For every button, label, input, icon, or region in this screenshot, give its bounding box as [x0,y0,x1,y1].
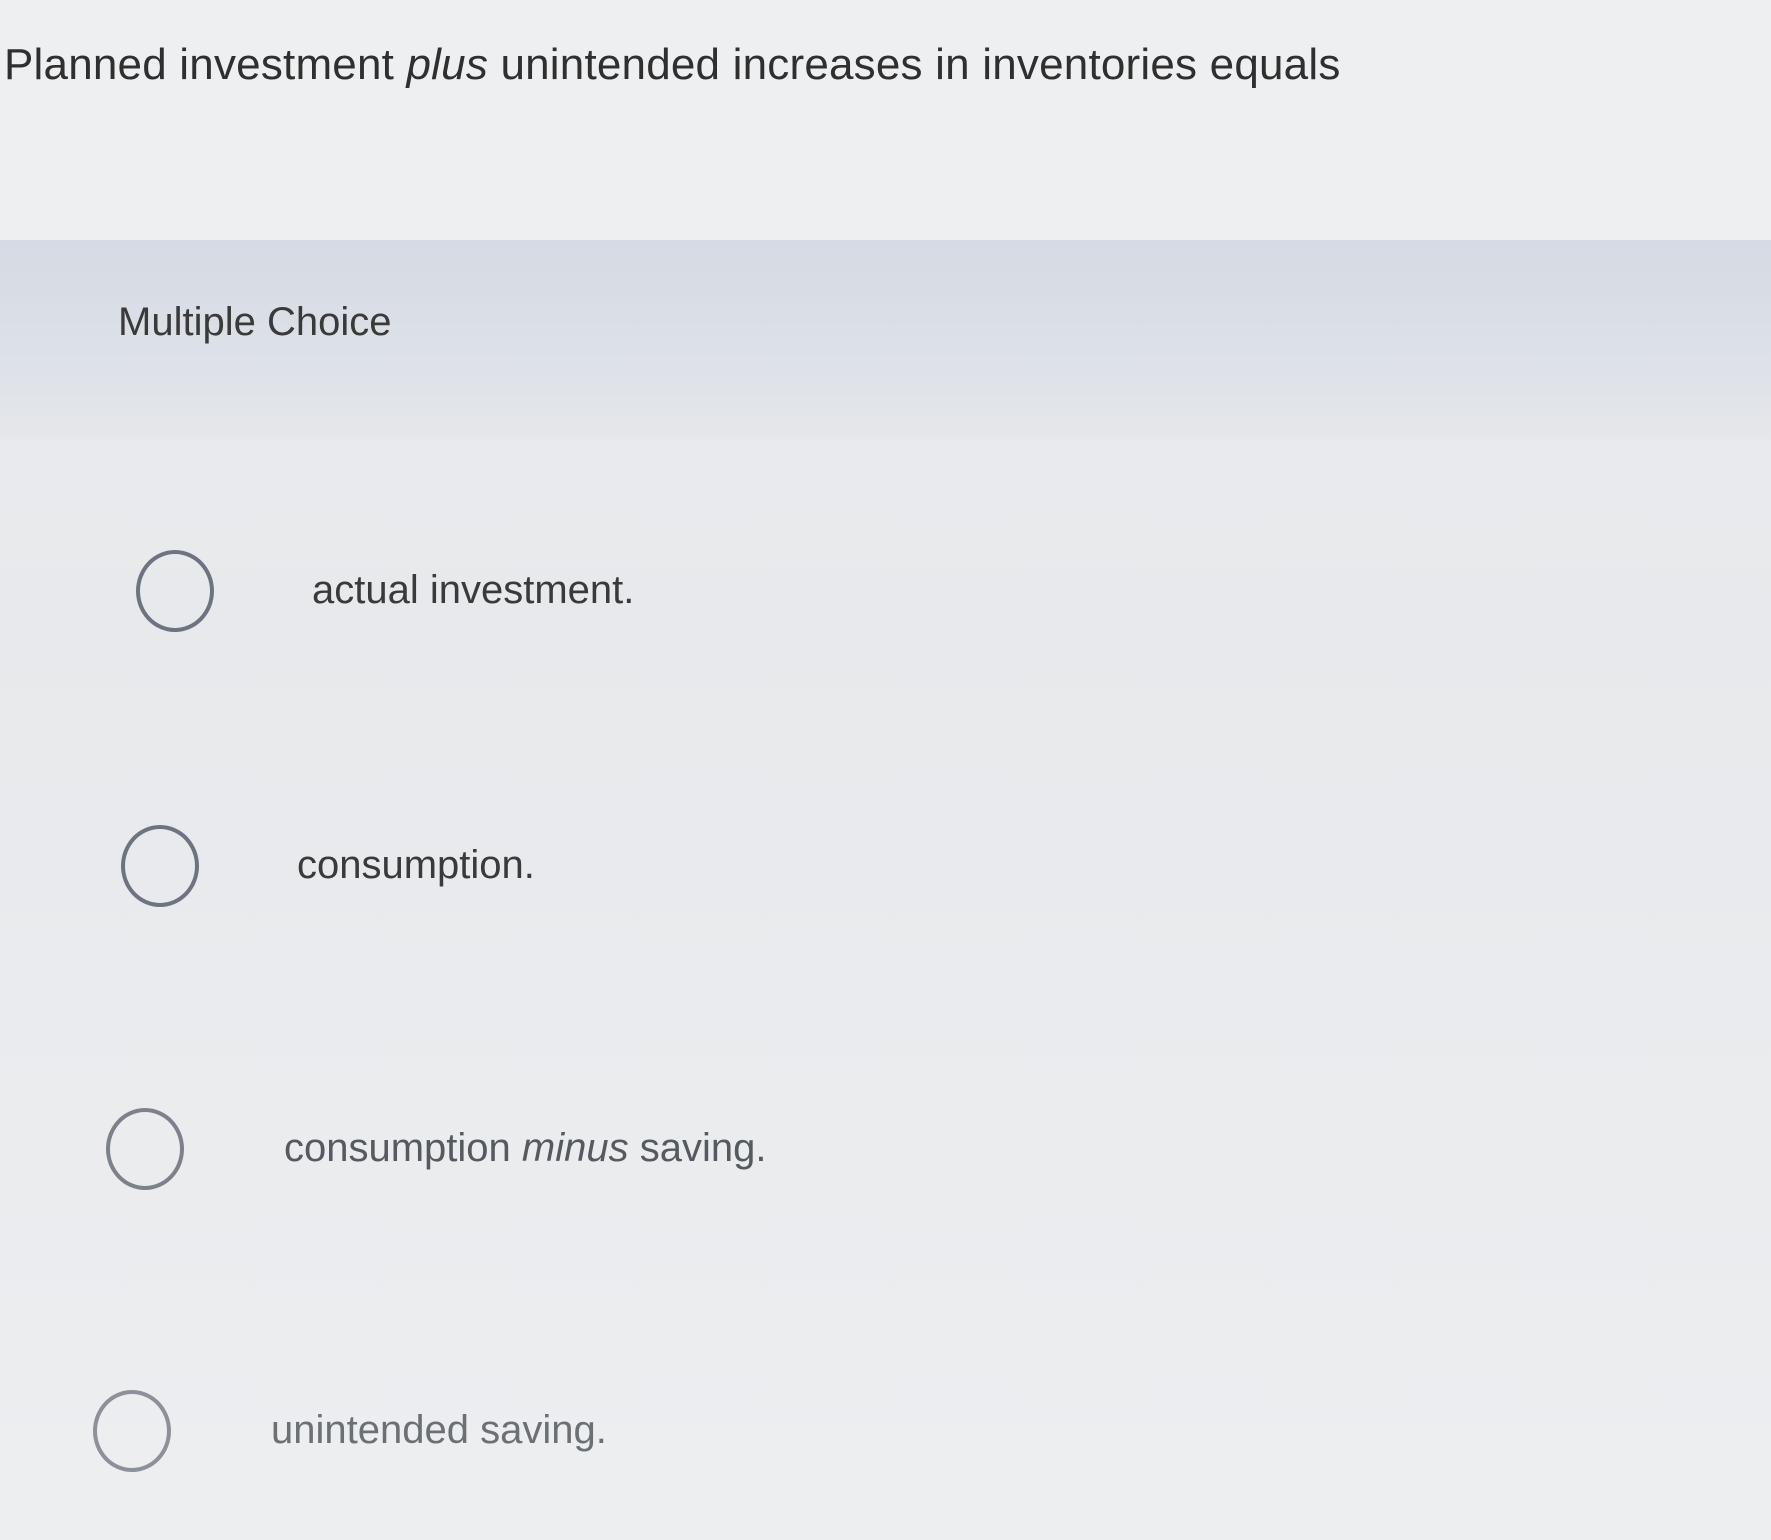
radio-button-d[interactable] [93,1390,171,1472]
question-emphasis: plus [406,40,489,89]
multiple-choice-label: Multiple Choice [118,300,392,344]
answer-option-d[interactable]: unintended saving. [93,1390,1593,1480]
answer-option-b-text: consumption. [297,843,535,887]
question-prompt: Planned investment plus unintended incre… [4,40,1341,90]
answer-option-c-emphasis: minus [521,1126,629,1170]
answer-option-c-prefix: consumption [284,1126,522,1170]
question-prefix: Planned investment [4,40,407,89]
answer-option-c[interactable]: consumption minus saving. [106,1108,1606,1198]
question-area: Planned investment plus unintended incre… [0,0,1771,255]
radio-button-b[interactable] [121,825,199,907]
quiz-page: Planned investment plus unintended incre… [0,0,1771,1540]
answer-option-a-text: actual investment. [312,568,635,612]
answer-option-a[interactable]: actual investment. [136,550,1636,640]
answer-option-c-suffix: saving. [628,1126,767,1170]
answer-option-d-text: unintended saving. [271,1408,607,1452]
radio-button-a[interactable] [136,550,214,632]
question-suffix: unintended increases in inventories equa… [488,40,1341,89]
answer-option-b[interactable]: consumption. [121,825,1621,915]
radio-button-c[interactable] [106,1108,184,1190]
answer-option-c-text: consumption minus saving. [284,1126,766,1171]
